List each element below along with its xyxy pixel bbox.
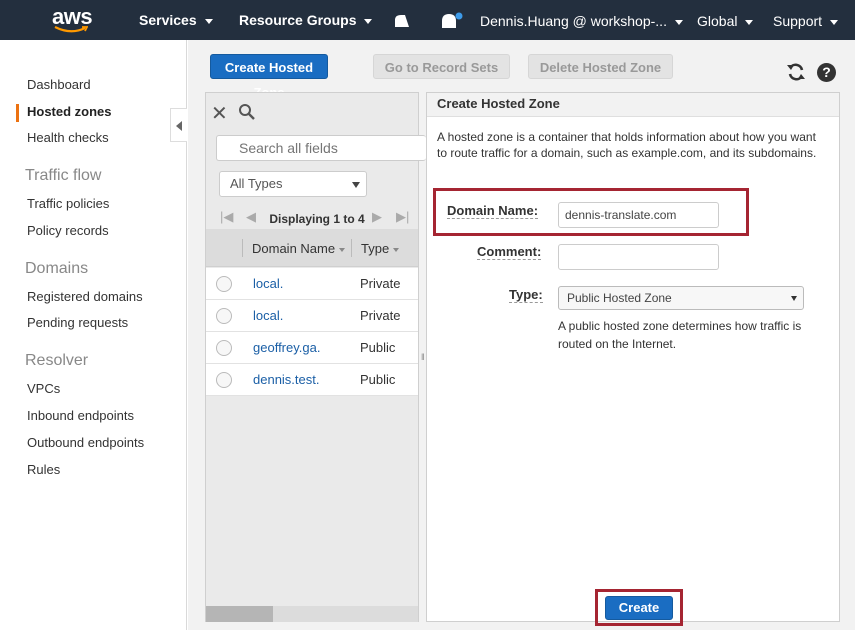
create-hosted-zone-button[interactable]: Create Hosted Zone (210, 54, 328, 100)
table-row[interactable]: local. Private (206, 268, 418, 300)
domain-name-label: Domain Name: (447, 203, 539, 219)
sort-icon (393, 247, 400, 252)
search-input[interactable] (239, 140, 419, 156)
table-row[interactable]: local. Private (206, 300, 418, 332)
prev-page-icon[interactable]: ◀ (246, 209, 256, 225)
chevron-left-icon (176, 121, 182, 131)
column-domain-name-label: Domain Name (252, 241, 336, 256)
delete-hosted-zone-button[interactable]: Delete Hosted Zone (528, 54, 673, 79)
row-radio[interactable] (216, 340, 232, 356)
sidebar-item-health-checks[interactable]: Health checks (27, 130, 109, 145)
row-domain-link[interactable]: local. (253, 308, 283, 323)
close-icon[interactable]: ✕ (211, 101, 228, 126)
sidebar-item-dashboard[interactable]: Dashboard (27, 77, 91, 92)
row-radio[interactable] (216, 276, 232, 292)
sidebar-item-rules[interactable]: Rules (27, 462, 60, 477)
first-page-icon[interactable]: |◀ (220, 209, 233, 225)
row-type: Private (360, 276, 401, 291)
type-filter-value: All Types (230, 176, 283, 191)
sidebar-item-outbound-endpoints[interactable]: Outbound endpoints (27, 435, 144, 450)
row-type: Public (360, 372, 396, 387)
comment-label: Comment: (477, 244, 542, 260)
create-hosted-zone-panel: Create Hosted Zone A hosted zone is a co… (426, 92, 840, 626)
row-domain-link[interactable]: local. (253, 276, 283, 291)
row-radio[interactable] (216, 372, 232, 388)
table-row[interactable]: geoffrey.ga. Public (206, 332, 418, 364)
scrollbar-thumb[interactable] (206, 606, 273, 622)
section-resolver: Resolver (25, 352, 89, 369)
section-traffic-flow: Traffic flow (25, 167, 102, 184)
support-menu[interactable]: Support (773, 13, 839, 29)
sidebar-item-policy-records[interactable]: Policy records (27, 223, 109, 238)
zone-type-select[interactable]: Public Hosted Zone (558, 286, 804, 310)
refresh-icon[interactable] (786, 62, 806, 82)
table-row[interactable]: dennis.test. Public (206, 364, 418, 396)
main-content: Create Hosted Zone Go to Record Sets Del… (188, 40, 855, 630)
sidebar: Dashboard Hosted zones Health checks Tra… (0, 40, 187, 630)
column-divider (242, 239, 243, 257)
search-box[interactable] (216, 135, 426, 161)
pin-icon[interactable] (394, 14, 410, 28)
row-type: Private (360, 308, 401, 323)
sidebar-item-vpcs[interactable]: VPCs (27, 381, 60, 396)
panel-title: Create Hosted Zone (427, 93, 839, 117)
aws-logo[interactable]: aws (52, 4, 93, 34)
row-radio[interactable] (216, 308, 232, 324)
go-to-record-sets-button[interactable]: Go to Record Sets (373, 54, 510, 79)
help-icon[interactable]: ? (817, 63, 836, 82)
sidebar-item-hosted-zones[interactable]: Hosted zones (27, 104, 112, 119)
create-button[interactable]: Create (605, 596, 673, 620)
hosted-zones-table: local. Private local. Private geoffrey.g… (206, 268, 418, 396)
sort-icon (339, 247, 346, 252)
top-nav: aws Services Resource Groups Dennis.Huan… (0, 0, 855, 40)
type-label: Type: (509, 287, 543, 303)
region-menu[interactable]: Global (697, 13, 754, 29)
pane-splitter-handle[interactable]: ‖ (421, 352, 425, 362)
account-menu[interactable]: Dennis.Huang @ workshop-... (480, 13, 683, 29)
last-page-icon[interactable]: ▶| (396, 209, 409, 225)
column-type-label: Type (361, 241, 390, 256)
row-type: Public (360, 340, 396, 355)
hosted-zones-list-pane: ✕ All Types |◀ ◀ Displaying 1 to 4 out o… (205, 92, 426, 622)
panel-description: A hosted zone is a container that holds … (437, 130, 817, 160)
bell-icon[interactable] (440, 12, 464, 30)
comment-field[interactable] (558, 244, 719, 270)
dropdown-arrow-icon (352, 182, 360, 188)
zone-type-value: Public Hosted Zone (567, 291, 672, 305)
services-menu[interactable]: Services (139, 12, 213, 28)
type-description: A public hosted zone determines how traf… (558, 319, 802, 351)
sidebar-item-traffic-policies[interactable]: Traffic policies (27, 196, 109, 211)
column-divider (351, 239, 352, 257)
type-filter-select[interactable]: All Types (219, 171, 367, 197)
chevron-down-icon (204, 18, 213, 24)
resource-groups-label: Resource Groups (239, 12, 357, 28)
pagination: |◀ ◀ Displaying 1 to 4 out of 4 Hosted Z… (216, 207, 416, 266)
row-domain-link[interactable]: geoffrey.ga. (253, 340, 320, 355)
horizontal-scrollbar[interactable] (206, 606, 418, 622)
table-header: Domain Name Type (206, 229, 418, 267)
aws-smile-icon (54, 26, 88, 33)
row-domain-link[interactable]: dennis.test. (253, 372, 320, 387)
chevron-down-icon (674, 19, 683, 25)
sidebar-item-inbound-endpoints[interactable]: Inbound endpoints (27, 408, 134, 423)
next-page-icon[interactable]: ▶ (372, 209, 382, 225)
section-domains: Domains (25, 260, 89, 277)
column-type[interactable]: Type (361, 241, 400, 256)
sidebar-item-pending-requests[interactable]: Pending requests (27, 315, 128, 330)
chevron-down-icon (830, 19, 839, 25)
domain-name-field[interactable]: dennis-translate.com (558, 202, 719, 228)
sidebar-item-registered-domains[interactable]: Registered domains (27, 289, 143, 304)
search-icon[interactable] (238, 103, 256, 121)
region-label: Global (697, 13, 738, 29)
chevron-down-icon (364, 18, 373, 24)
account-label: Dennis.Huang @ workshop-... (480, 13, 667, 29)
services-label: Services (139, 12, 197, 28)
chevron-down-icon (745, 19, 754, 25)
dropdown-arrow-icon (791, 296, 797, 301)
sidebar-collapse-button[interactable] (170, 108, 187, 142)
active-indicator (16, 104, 19, 122)
resource-groups-menu[interactable]: Resource Groups (239, 12, 373, 28)
support-label: Support (773, 13, 823, 29)
column-domain-name[interactable]: Domain Name (252, 241, 346, 256)
